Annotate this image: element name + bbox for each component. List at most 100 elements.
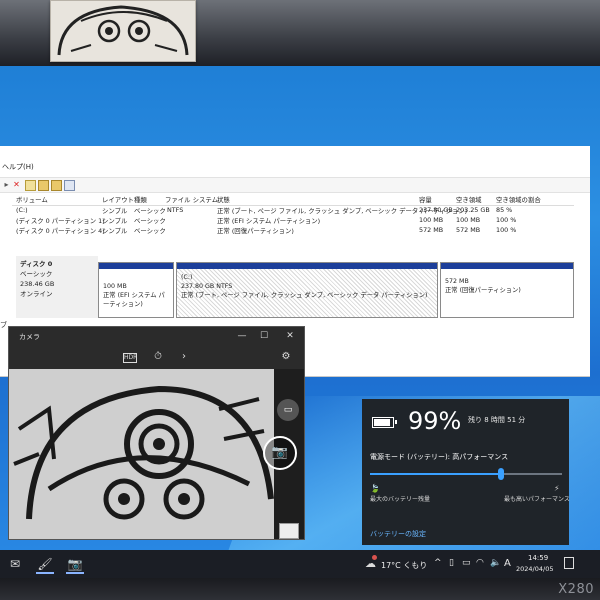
percent-cell: 85 % xyxy=(496,206,513,214)
partition-c[interactable]: (C:) 237.80 GB NTFS 正常 (ブート, ページ ファイル, ク… xyxy=(176,262,438,318)
col-volume[interactable]: ボリューム xyxy=(16,195,48,204)
camera-titlebar[interactable]: カメラ — ☐ ✕ xyxy=(9,327,304,345)
timer-icon[interactable]: ⏱ xyxy=(151,351,165,363)
maximize-button[interactable]: ☐ xyxy=(257,330,271,342)
partition-size: 237.80 GB NTFS xyxy=(181,283,233,290)
percent-cell: 100 % xyxy=(496,216,517,224)
col-free[interactable]: 空き領域 xyxy=(456,195,482,204)
settings-icon[interactable]: ⚙ xyxy=(279,351,293,363)
model-badge: X280 xyxy=(558,582,594,597)
camera-window[interactable]: カメラ — ☐ ✕ HDR ⏱ › ⚙ ▭ 📷 xyxy=(8,326,305,540)
capacity-cell: 237.80 GB xyxy=(419,206,453,214)
layout-cell: シンプル xyxy=(102,207,128,215)
volume-name: (ディスク 0 パーティション 1) xyxy=(16,217,105,225)
table-row[interactable]: (C:) シンプル ベーシック NTFS 正常 (ブート, ページ ファイル, … xyxy=(12,206,574,216)
table-row[interactable]: (ディスク 0 パーティション 1) シンプル ベーシック 正常 (EFI シス… xyxy=(12,216,574,226)
fs-cell: NTFS xyxy=(167,206,184,214)
disk-toolbar: ▸ ✕ xyxy=(0,177,590,193)
col-type[interactable]: 種類 xyxy=(134,195,147,204)
clock-time[interactable]: 14:59 xyxy=(528,554,548,562)
notification-icon[interactable] xyxy=(564,557,574,569)
battery-percent: 99% xyxy=(408,407,462,435)
battery-icon xyxy=(372,417,397,428)
camera-icon[interactable]: 📷 xyxy=(66,556,84,574)
partition-size: 572 MB xyxy=(445,278,469,285)
percent-cell: 100 % xyxy=(496,226,517,234)
wifi-icon[interactable]: ◠ xyxy=(476,558,484,568)
free-cell: 572 MB xyxy=(456,226,481,234)
disk-size: 238.46 GB xyxy=(20,280,55,288)
col-status[interactable]: 状態 xyxy=(217,195,230,204)
device-icon[interactable]: ▯ xyxy=(449,558,454,568)
sticker-drawing xyxy=(50,0,196,62)
disk-0-label[interactable]: ディスク 0 ベーシック 238.46 GB オンライン xyxy=(16,256,98,318)
status-cell: 正常 (EFI システム パーティション) xyxy=(217,217,321,225)
menu-help[interactable]: ヘルプ(H) xyxy=(0,162,34,176)
side-marker: ブ xyxy=(0,321,7,329)
col-capacity[interactable]: 容量 xyxy=(419,195,432,204)
desktop: ヘルプ(H) ▸ ✕ ボリューム レイアウト 種類 ファイル システム 状態 容… xyxy=(0,66,600,578)
performance-icon: ⚡ xyxy=(554,484,560,493)
partition-status: 正常 (回復パーティション) xyxy=(445,287,521,294)
battery-remaining: 残り 8 時間 51 分 xyxy=(468,416,526,424)
camera-toolbar: HDR ⏱ › ⚙ xyxy=(9,345,304,369)
partition-recovery[interactable]: 572 MB 正常 (回復パーティション) xyxy=(440,262,574,318)
weather-text[interactable]: 17°C くもり xyxy=(381,560,427,571)
battery-tray-icon[interactable]: ▭ xyxy=(462,558,471,568)
disk-name: ディスク 0 xyxy=(20,260,53,268)
free-cell: 100 MB xyxy=(456,216,481,224)
volume-table: ボリューム レイアウト 種類 ファイル システム 状態 容量 空き領域 空き領域… xyxy=(12,195,574,236)
volume-name: (ディスク 0 パーティション 4) xyxy=(16,227,105,235)
partition-title: (C:) xyxy=(181,274,193,281)
layout-cell: シンプル xyxy=(102,227,128,235)
toolbar-arrow-icon[interactable]: ▸ xyxy=(2,180,11,189)
type-cell: ベーシック xyxy=(134,207,166,215)
partition-status: 正常 (EFI システム パーティション) xyxy=(103,292,165,308)
paint-icon[interactable]: 🖌 xyxy=(36,556,54,574)
table-row[interactable]: (ディスク 0 パーティション 4) シンプル ベーシック 正常 (回復パーティ… xyxy=(12,226,574,236)
col-layout[interactable]: レイアウト xyxy=(102,195,134,204)
type-cell: ベーシック xyxy=(134,227,166,235)
power-mode-slider[interactable] xyxy=(370,468,562,480)
col-percent[interactable]: 空き領域の割合 xyxy=(496,195,541,204)
weather-alert-badge xyxy=(372,555,377,560)
power-mode-label: 電源モード (バッテリー): 高パフォーマンス xyxy=(370,453,509,461)
chevron-up-icon[interactable]: ^ xyxy=(434,558,442,568)
col-fs[interactable]: ファイル システム xyxy=(165,195,218,204)
capacity-cell: 572 MB xyxy=(419,226,444,234)
view-icon[interactable] xyxy=(64,180,75,191)
battery-settings-link[interactable]: バッテリーの設定 xyxy=(370,529,426,539)
slider-thumb[interactable] xyxy=(497,468,504,480)
laptop-bezel-bottom xyxy=(0,578,600,600)
mail-icon[interactable]: ✉ xyxy=(6,556,24,572)
partition-status: 正常 (ブート, ページ ファイル, クラッシュ ダンプ, ベーシック データ … xyxy=(181,292,428,299)
disk-kind: ベーシック xyxy=(20,270,53,278)
ime-indicator[interactable]: A xyxy=(504,558,511,569)
properties-icon[interactable] xyxy=(25,180,36,191)
camera-title: カメラ xyxy=(19,333,40,341)
disk-state: オンライン xyxy=(20,290,53,298)
close-button[interactable]: ✕ xyxy=(283,330,297,342)
delete-icon[interactable]: ✕ xyxy=(12,180,21,189)
open-icon[interactable] xyxy=(51,180,62,191)
chevron-right-icon[interactable]: › xyxy=(177,351,191,363)
slider-fill xyxy=(370,473,501,475)
free-cell: 203.25 GB xyxy=(456,206,490,214)
layout-cell: シンプル xyxy=(102,217,128,225)
battery-saver-icon: 🍃 xyxy=(370,484,380,493)
taskbar: ✉ 🖌 📷 ☁ 17°C くもり ^ ▯ ▭ ◠ 🔈 A 14:59 2024/… xyxy=(0,550,600,578)
folder-icon[interactable] xyxy=(38,180,49,191)
slider-right-caption: 最も高いパフォーマンス xyxy=(504,496,570,503)
clock-date[interactable]: 2024/04/05 xyxy=(516,565,553,573)
gallery-thumbnail[interactable] xyxy=(279,523,299,539)
volume-icon[interactable]: 🔈 xyxy=(490,558,501,568)
partition-efi[interactable]: 100 MB 正常 (EFI システム パーティション) xyxy=(98,262,174,318)
capacity-cell: 100 MB xyxy=(419,216,444,224)
minimize-button[interactable]: — xyxy=(235,330,249,342)
type-cell: ベーシック xyxy=(134,217,166,225)
table-header: ボリューム レイアウト 種類 ファイル システム 状態 容量 空き領域 空き領域… xyxy=(12,195,574,206)
hdr-icon[interactable]: HDR xyxy=(123,353,137,363)
take-photo-button[interactable]: 📷 xyxy=(263,436,297,470)
camera-preview xyxy=(9,369,274,539)
video-mode-icon[interactable]: ▭ xyxy=(277,399,299,421)
